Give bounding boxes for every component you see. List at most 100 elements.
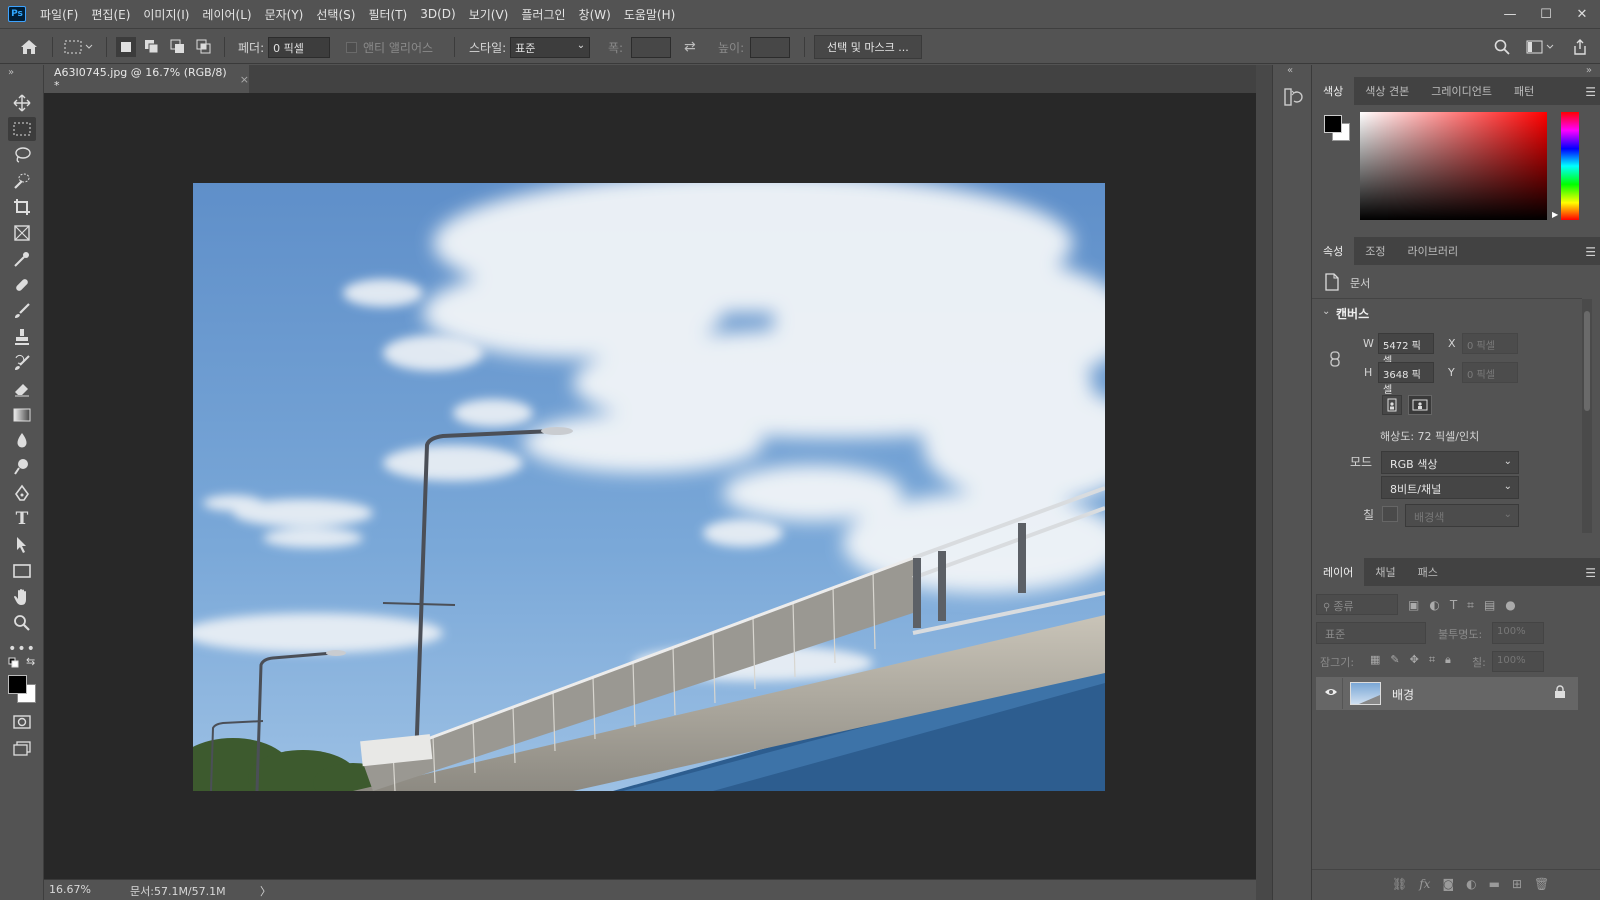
intersect-selection-icon[interactable]	[196, 29, 212, 65]
search-icon[interactable]	[1494, 29, 1510, 65]
rectangle-tool-icon[interactable]	[8, 559, 36, 583]
color-panel-foreground-swatch[interactable]	[1324, 115, 1342, 133]
new-layer-icon[interactable]: ⊞	[1512, 877, 1522, 891]
landscape-orientation-icon[interactable]	[1408, 395, 1432, 415]
eraser-tool-icon[interactable]	[8, 377, 36, 401]
tab-color[interactable]: 색상	[1312, 77, 1355, 105]
canvas-area[interactable]	[44, 93, 1256, 879]
home-icon[interactable]	[20, 29, 38, 65]
panel-menu-icon[interactable]: ☰	[1585, 85, 1596, 99]
tab-adjustments[interactable]: 조정	[1354, 237, 1396, 265]
width-input[interactable]	[631, 36, 672, 58]
close-tab-icon[interactable]: ×	[240, 73, 249, 86]
quick-mask-icon[interactable]	[8, 710, 36, 734]
swap-dimensions-icon[interactable]: ⇄	[684, 29, 696, 65]
subtract-selection-icon[interactable]	[170, 29, 186, 65]
workspace-icon[interactable]	[1526, 29, 1556, 65]
layer-filter-select[interactable]: ⚲ 종류	[1316, 594, 1398, 615]
expand-dock-icon[interactable]: «	[1287, 65, 1293, 76]
fill-color-swatch[interactable]	[1382, 506, 1398, 522]
frame-tool-icon[interactable]	[8, 221, 36, 245]
tab-swatches[interactable]: 색상 견본	[1354, 77, 1420, 105]
tab-layers[interactable]: 레이어	[1312, 558, 1365, 586]
shape-filter-icon[interactable]: ⌗	[1467, 598, 1474, 613]
crop-tool-icon[interactable]	[8, 195, 36, 219]
marquee-preset-icon[interactable]	[64, 29, 94, 65]
image-filter-icon[interactable]: ▣	[1408, 598, 1419, 613]
feather-input[interactable]: 0 픽셀	[268, 36, 331, 58]
filter-toggle-icon[interactable]: ●	[1505, 598, 1515, 613]
tab-paths[interactable]: 패스	[1407, 558, 1449, 586]
tab-gradients[interactable]: 그레이디언트	[1420, 77, 1503, 105]
menu-3d[interactable]: 3D(D)	[418, 5, 457, 23]
tab-patterns[interactable]: 패턴	[1503, 77, 1545, 105]
link-dimensions-icon[interactable]	[1330, 351, 1340, 370]
status-menu-arrow[interactable]: 〉	[260, 883, 271, 899]
document-image[interactable]	[193, 183, 1105, 791]
history-panel-icon[interactable]	[1283, 87, 1303, 110]
new-selection-icon[interactable]	[116, 29, 136, 65]
lock-paint-icon[interactable]: ✎	[1390, 653, 1399, 667]
height-input[interactable]	[750, 36, 791, 58]
rectangular-marquee-tool-icon[interactable]	[8, 117, 36, 141]
add-mask-icon[interactable]: ◙	[1442, 877, 1454, 891]
share-icon[interactable]	[1572, 29, 1588, 65]
zoom-tool-icon[interactable]	[8, 611, 36, 635]
close-window-button[interactable]: ✕	[1564, 0, 1600, 28]
blur-tool-icon[interactable]	[8, 429, 36, 453]
dodge-tool-icon[interactable]	[8, 455, 36, 479]
collapse-toolbar-icon[interactable]: »	[8, 67, 14, 78]
history-brush-tool-icon[interactable]	[8, 351, 36, 375]
foreground-color-swatch[interactable]	[8, 675, 27, 694]
adjustment-filter-icon[interactable]: ◐	[1429, 598, 1439, 613]
panel-menu-icon[interactable]: ☰	[1585, 245, 1596, 259]
delete-layer-icon[interactable]: 🗑︎	[1534, 877, 1549, 891]
link-layers-icon[interactable]: ⛓︎	[1392, 877, 1407, 891]
collapse-panels-icon[interactable]: »	[1586, 65, 1592, 76]
clone-stamp-tool-icon[interactable]	[8, 325, 36, 349]
lock-position-icon[interactable]: ✥	[1410, 653, 1419, 667]
zoom-level[interactable]: 16.67%	[49, 883, 91, 896]
brush-tool-icon[interactable]	[8, 299, 36, 323]
hand-tool-icon[interactable]	[8, 585, 36, 609]
menu-view[interactable]: 보기(V)	[467, 4, 511, 25]
document-tab[interactable]: A63I0745.jpg @ 16.7% (RGB/8) * ×	[44, 65, 249, 93]
tab-channels[interactable]: 채널	[1364, 558, 1406, 586]
canvas-y-field[interactable]: 0 픽셀	[1462, 362, 1518, 383]
chevron-down-icon[interactable]: ⌄	[1322, 306, 1330, 317]
menu-help[interactable]: 도움말(H)	[622, 4, 678, 25]
menu-type[interactable]: 문자(Y)	[263, 4, 306, 25]
style-select[interactable]: 표준 ⌄	[510, 36, 591, 58]
menu-layer[interactable]: 레이어(L)	[200, 4, 253, 25]
lock-artboard-icon[interactable]: ⌗	[1429, 653, 1435, 667]
menu-file[interactable]: 파일(F)	[38, 4, 80, 25]
opacity-field[interactable]: 100%	[1492, 622, 1544, 644]
canvas-x-field[interactable]: 0 픽셀	[1462, 333, 1518, 354]
select-and-mask-button[interactable]: 선택 및 마스크 ...	[814, 35, 922, 59]
tab-properties[interactable]: 속성	[1312, 237, 1355, 265]
layer-lock-icon[interactable]	[1554, 685, 1566, 702]
default-colors-icon[interactable]	[8, 657, 20, 672]
move-tool-icon[interactable]	[8, 91, 36, 115]
fill-select[interactable]: 배경색 ⌄	[1405, 504, 1519, 527]
bit-depth-select[interactable]: 8비트/채널 ⌄	[1381, 476, 1519, 499]
tab-libraries[interactable]: 라이브러리	[1397, 237, 1470, 265]
maximize-button[interactable]: ☐	[1528, 0, 1564, 28]
color-field[interactable]	[1360, 112, 1547, 220]
blend-mode-select[interactable]: 표준	[1316, 622, 1426, 644]
layer-style-icon[interactable]: fx	[1419, 877, 1430, 891]
pen-tool-icon[interactable]	[8, 481, 36, 505]
path-selection-tool-icon[interactable]	[8, 533, 36, 557]
canvas-height-field[interactable]: 3648 픽셀	[1378, 362, 1434, 396]
healing-brush-tool-icon[interactable]	[8, 273, 36, 297]
add-selection-icon[interactable]	[144, 29, 160, 65]
new-group-icon[interactable]: ▬	[1489, 877, 1500, 891]
quick-selection-tool-icon[interactable]	[8, 169, 36, 193]
fill-opacity-field[interactable]: 100%	[1492, 651, 1544, 672]
canvas-width-field[interactable]: 5472 픽셀	[1378, 333, 1434, 367]
minimize-button[interactable]: —	[1492, 0, 1528, 28]
hue-slider-handle-icon[interactable]: ▶	[1552, 210, 1558, 219]
new-adjustment-layer-icon[interactable]: ◐	[1466, 877, 1476, 891]
visibility-eye-icon[interactable]	[1324, 685, 1338, 702]
swap-colors-icon[interactable]: ⇆	[26, 655, 35, 668]
